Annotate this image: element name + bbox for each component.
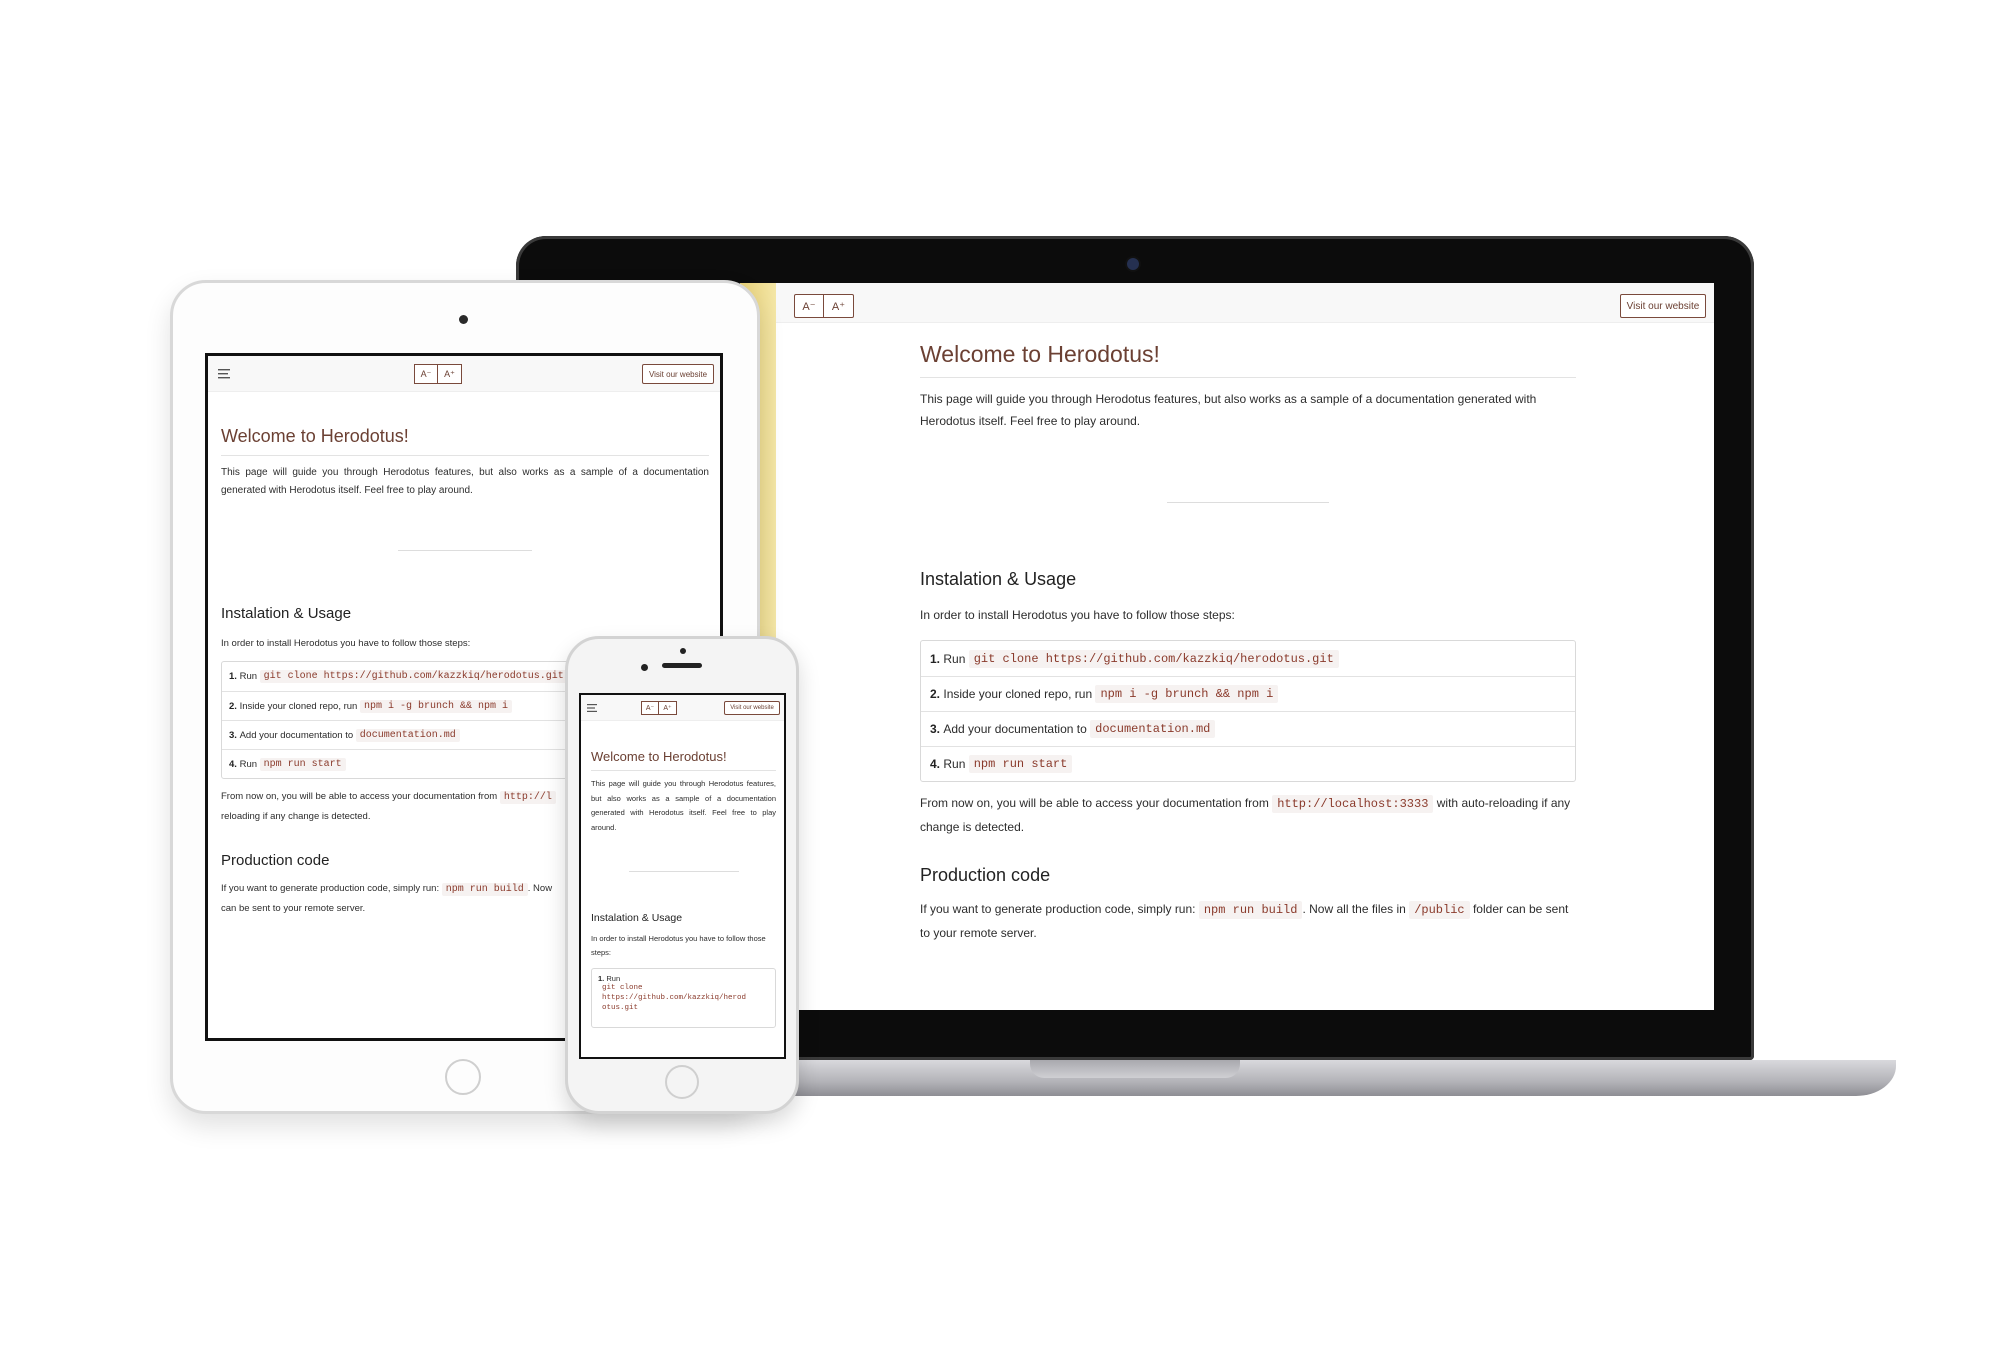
page-title: Welcome to Herodotus! [221, 426, 709, 456]
install-heading: Instalation & Usage [920, 569, 1077, 589]
laptop-base [716, 1060, 1896, 1096]
install-intro: In order to install Herodotus you have t… [591, 934, 766, 957]
step-code: npm run start [259, 757, 346, 771]
step-number: 4. [229, 758, 237, 770]
tablet-camera [459, 315, 468, 324]
step-text: Run [943, 757, 966, 771]
step-code-line: otus.git [602, 1004, 639, 1012]
step-text: Run [606, 974, 621, 983]
step-code-line: https://github.com/kazzkiq/herod [602, 994, 747, 1002]
step-number: 2. [930, 687, 941, 701]
access-text: From now on, you will be able to access … [920, 796, 1269, 810]
step-text: Run [239, 758, 258, 770]
prod-text: If you want to generate production code,… [221, 883, 440, 894]
list-item: 1. Run git clone https://github.com/kazz… [921, 641, 1575, 676]
laptop-content: Welcome to Herodotus! This page will gui… [920, 341, 1576, 945]
step-text: Run [239, 671, 258, 682]
step-number: 1. [598, 974, 605, 983]
production-heading: Production code [920, 865, 1051, 885]
intro-paragraph: This page will guide you through Herodot… [221, 467, 709, 496]
steps-list: 1. Run git clone https://github.com/kazz… [591, 968, 776, 1028]
intro-paragraph: This page will guide you through Herodot… [920, 392, 1537, 428]
intro-paragraph: This page will guide you through Herodot… [591, 779, 776, 832]
font-decrease-button[interactable]: A⁻ [414, 364, 438, 384]
laptop-screen: A⁻ A⁺ Visit our website Welcome to Herod… [776, 283, 1714, 1010]
divider [628, 871, 739, 872]
step-number: 2. [229, 700, 237, 712]
phone-sensor [680, 648, 686, 654]
font-increase-button[interactable]: A⁺ [824, 294, 854, 318]
step-text: Inside your cloned repo, run [239, 700, 358, 712]
list-item: 2. Inside your cloned repo, run npm i -g… [921, 676, 1575, 711]
hamburger-menu-icon[interactable] [587, 704, 597, 712]
font-decrease-button[interactable]: A⁻ [794, 294, 824, 318]
step-number: 1. [930, 651, 941, 666]
production-paragraph: If you want to generate production code,… [920, 898, 1576, 945]
font-size-controls: A⁻ A⁺ [794, 294, 854, 318]
step-code: npm i -g brunch && npm i [1095, 685, 1279, 703]
visit-website-button[interactable]: Visit our website [642, 364, 714, 384]
laptop-topbar: A⁻ A⁺ Visit our website [776, 283, 1714, 323]
list-item: 4. Run npm run start [921, 746, 1575, 781]
install-heading: Instalation & Usage [221, 605, 352, 622]
step-code: npm run start [968, 755, 1073, 773]
step-code: git clone https://github.com/kazzkiq/her… [968, 649, 1339, 668]
step-text: Add your documentation to [943, 722, 1087, 736]
localhost-code: http://localhost:3333 [1272, 795, 1434, 813]
laptop-camera [1127, 258, 1139, 270]
step-number: 3. [229, 729, 237, 741]
page-title: Welcome to Herodotus! [920, 341, 1576, 378]
hamburger-menu-icon[interactable] [218, 369, 230, 379]
step-code: documentation.md [1090, 720, 1216, 738]
divider [1167, 502, 1329, 503]
step-code: npm i -g brunch && npm i [360, 699, 513, 713]
prod-text-mid: . Now all the files in [1302, 902, 1406, 916]
phone-home-button [665, 1065, 699, 1099]
phone-content: Welcome to Herodotus! This page will gui… [591, 749, 776, 1028]
phone-screen: A⁻ A⁺ Visit our website Welcome to Herod… [579, 693, 786, 1059]
prod-text-mid: . Now [527, 883, 553, 894]
font-decrease-button[interactable]: A⁻ [641, 701, 659, 715]
public-code: /public [1409, 901, 1470, 919]
visit-website-button[interactable]: Visit our website [1620, 294, 1706, 318]
step-text: Add your documentation to [239, 729, 354, 741]
list-item: 1. Run [598, 974, 769, 983]
visit-website-button[interactable]: Visit our website [724, 701, 780, 715]
install-heading: Instalation & Usage [591, 912, 683, 924]
page-title: Welcome to Herodotus! [591, 749, 776, 771]
tablet-topbar: A⁻ A⁺ Visit our website [208, 356, 720, 392]
laptop-notch [1030, 1060, 1240, 1078]
divider [398, 550, 532, 551]
phone-topbar: A⁻ A⁺ Visit our website [581, 695, 784, 721]
list-item: 3. Add your documentation to documentati… [921, 711, 1575, 746]
tablet-home-button [445, 1059, 481, 1095]
install-intro: In order to install Herodotus you have t… [920, 608, 1235, 622]
phone-speaker [662, 663, 702, 668]
step-text: Inside your cloned repo, run [943, 687, 1093, 701]
build-code: npm run build [1198, 901, 1303, 919]
localhost-code: http://l [499, 791, 556, 804]
step-code: documentation.md [355, 728, 460, 742]
build-code: npm run build [441, 883, 528, 896]
font-increase-button[interactable]: A⁺ [659, 701, 677, 715]
step-code: git clone https://github.com/kazzkiq/her… [259, 670, 568, 683]
step-number: 3. [930, 722, 941, 736]
step-number: 4. [930, 757, 941, 771]
font-size-controls: A⁻ A⁺ [641, 701, 677, 715]
phone-camera [641, 664, 648, 671]
step-number: 1. [229, 671, 237, 682]
step-text: Run [943, 651, 966, 666]
font-increase-button[interactable]: A⁺ [438, 364, 462, 384]
font-size-controls: A⁻ A⁺ [414, 364, 462, 384]
access-text: From now on, you will be able to access … [221, 791, 498, 802]
steps-list: 1. Run git clone https://github.com/kazz… [920, 640, 1576, 782]
access-paragraph: From now on, you will be able to access … [920, 792, 1576, 839]
step-code-line: git clone [602, 984, 643, 992]
prod-text: If you want to generate production code,… [920, 902, 1196, 916]
